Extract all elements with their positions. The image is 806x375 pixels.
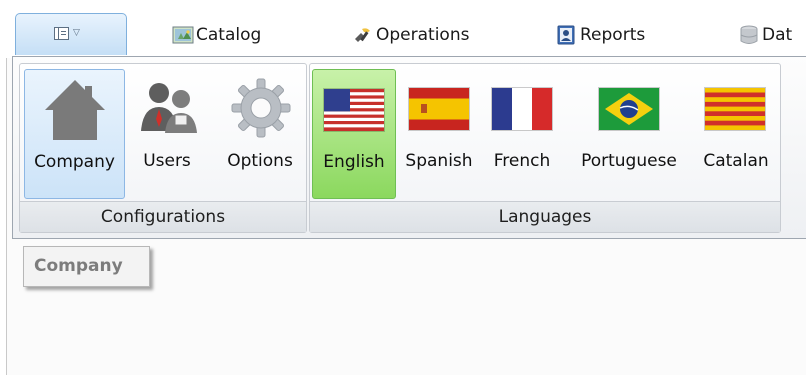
france-flag-icon: [491, 87, 553, 131]
tab-operations[interactable]: Operations: [352, 22, 469, 48]
languages-group-label: Languages: [310, 201, 780, 232]
brazil-flag-icon: [598, 87, 660, 131]
tab-catalog[interactable]: Catalog: [172, 22, 261, 48]
application-menu-button[interactable]: ▽: [15, 13, 127, 55]
users-button[interactable]: Users: [131, 69, 203, 199]
catalan-label: Catalan: [703, 151, 769, 171]
tab-reports[interactable]: Reports: [556, 22, 645, 48]
ribbon-tab-strip: ▽ Catalog Operations Reports Dat: [0, 0, 806, 58]
configurations-group: Company Users Options Configurations: [19, 63, 307, 233]
portuguese-label: Portuguese: [581, 151, 677, 171]
tab-database[interactable]: Dat: [738, 22, 792, 48]
catalan-button[interactable]: Catalan: [696, 69, 776, 199]
gear-icon: [230, 77, 292, 143]
application-menu-icon: [54, 27, 69, 40]
chevron-down-icon: ▽: [73, 28, 80, 38]
tab-label: Catalog: [196, 25, 262, 45]
tab-label: Operations: [376, 25, 470, 45]
tab-label: Reports: [580, 25, 646, 45]
spanish-label: Spanish: [405, 151, 473, 171]
english-label: English: [323, 152, 385, 172]
operations-icon: [352, 25, 374, 45]
configurations-group-label: Configurations: [20, 201, 306, 232]
french-button[interactable]: French: [486, 69, 558, 199]
house-icon: [43, 78, 107, 148]
company-button[interactable]: Company: [24, 69, 125, 199]
catalog-icon: [172, 25, 194, 45]
french-label: French: [493, 151, 551, 171]
us-flag-icon: [323, 88, 385, 132]
english-button[interactable]: English: [312, 69, 396, 199]
spain-flag-icon: [408, 87, 470, 131]
ribbon-panel: Company Users Options Configurations Eng…: [12, 56, 806, 239]
tooltip-text: Company: [34, 256, 123, 276]
languages-group: English Spanish French Portuguese Catala…: [309, 63, 781, 233]
tooltip: Company: [23, 246, 150, 287]
tab-label: Dat: [762, 25, 793, 45]
options-button[interactable]: Options: [216, 69, 304, 199]
database-icon: [738, 25, 760, 45]
users-label: Users: [143, 151, 191, 171]
users-icon: [139, 79, 199, 143]
options-label: Options: [227, 151, 293, 171]
catalonia-flag-icon: [704, 87, 766, 131]
company-label: Company: [34, 152, 115, 172]
reports-icon: [556, 25, 578, 45]
portuguese-button[interactable]: Portuguese: [572, 69, 686, 199]
spanish-button[interactable]: Spanish: [400, 69, 478, 199]
